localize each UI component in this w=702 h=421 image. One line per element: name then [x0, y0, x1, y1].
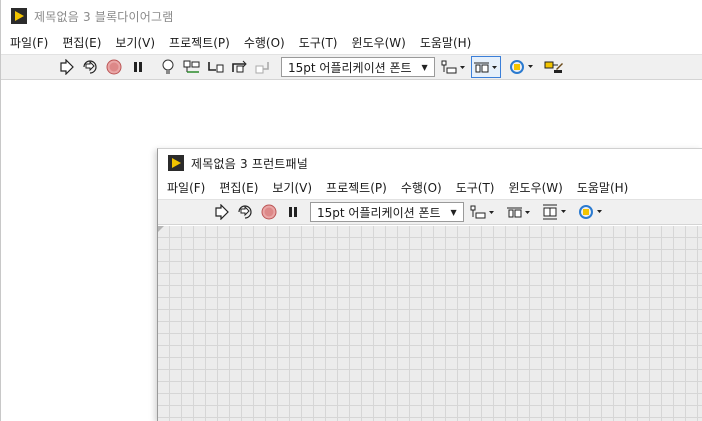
menu-operate[interactable]: 수행(O): [237, 32, 292, 54]
font-select-value: 15pt 어플리케이션 폰트: [288, 60, 412, 75]
front-panel-window[interactable]: 제목없음 3 프런트패널 파일(F) 편집(E) 보기(V) 프로젝트(P) 수…: [157, 148, 702, 421]
front-panel-toolbar: 15pt 어플리케이션 폰트 ▼: [158, 199, 702, 225]
abort-icon[interactable]: [258, 201, 280, 223]
menu-edit[interactable]: 편집(E): [212, 177, 265, 199]
menu-edit[interactable]: 편집(E): [55, 32, 108, 54]
run-continuously-icon[interactable]: [79, 56, 101, 78]
reorder-icon[interactable]: [507, 56, 537, 78]
block-diagram-title: 제목없음 3 블록다이어그램: [34, 9, 174, 24]
chevron-down-icon: ▼: [421, 62, 428, 72]
run-continuously-icon[interactable]: [234, 201, 256, 223]
front-panel-menubar: 파일(F) 편집(E) 보기(V) 프로젝트(P) 수행(O) 도구(T) 윈도…: [158, 177, 702, 199]
font-select-value: 15pt 어플리케이션 폰트: [317, 205, 441, 220]
run-arrow-icon[interactable]: [55, 56, 77, 78]
block-diagram-titlebar[interactable]: 제목없음 3 블록다이어그램: [1, 0, 702, 32]
distribute-objects-icon[interactable]: [470, 56, 501, 78]
run-arrow-icon[interactable]: [210, 201, 232, 223]
chevron-down-icon: ▼: [450, 207, 457, 217]
step-out-icon[interactable]: [253, 56, 275, 78]
reorder-icon[interactable]: [576, 201, 606, 223]
menu-window[interactable]: 윈도우(W): [501, 177, 569, 199]
step-over-icon[interactable]: [229, 56, 251, 78]
menu-operate[interactable]: 수행(O): [394, 177, 449, 199]
block-diagram-menubar: 파일(F) 편집(E) 보기(V) 프로젝트(P) 수행(O) 도구(T) 윈도…: [1, 32, 702, 54]
labview-vi-icon: [168, 155, 184, 171]
retain-wire-values-icon[interactable]: [181, 56, 203, 78]
pause-icon[interactable]: [282, 201, 304, 223]
front-panel-canvas[interactable]: [158, 226, 702, 421]
step-into-icon[interactable]: [205, 56, 227, 78]
align-objects-icon[interactable]: [468, 201, 498, 223]
menu-view[interactable]: 보기(V): [265, 177, 319, 199]
panel-origin-marker: [158, 226, 164, 232]
menu-view[interactable]: 보기(V): [108, 32, 162, 54]
menu-help[interactable]: 도움말(H): [413, 32, 479, 54]
abort-icon[interactable]: [103, 56, 125, 78]
labview-vi-icon: [11, 8, 27, 24]
menu-help[interactable]: 도움말(H): [570, 177, 636, 199]
menu-project[interactable]: 프로젝트(P): [162, 32, 237, 54]
menu-file[interactable]: 파일(F): [3, 32, 55, 54]
menu-window[interactable]: 윈도우(W): [344, 32, 412, 54]
clean-up-diagram-icon[interactable]: [543, 56, 565, 78]
menu-file[interactable]: 파일(F): [160, 177, 212, 199]
font-select[interactable]: 15pt 어플리케이션 폰트 ▼: [281, 57, 435, 77]
front-panel-titlebar[interactable]: 제목없음 3 프런트패널: [158, 149, 702, 177]
front-panel-title: 제목없음 3 프런트패널: [191, 156, 309, 171]
distribute-objects-icon[interactable]: [504, 201, 534, 223]
menu-tools[interactable]: 도구(T): [449, 177, 502, 199]
align-objects-icon[interactable]: [439, 56, 469, 78]
resize-objects-icon[interactable]: [540, 201, 570, 223]
font-select[interactable]: 15pt 어플리케이션 폰트 ▼: [310, 202, 464, 222]
menu-project[interactable]: 프로젝트(P): [319, 177, 394, 199]
menu-tools[interactable]: 도구(T): [292, 32, 345, 54]
highlight-execution-bulb-icon[interactable]: [157, 56, 179, 78]
pause-icon[interactable]: [127, 56, 149, 78]
block-diagram-toolbar: 15pt 어플리케이션 폰트 ▼: [1, 54, 702, 80]
